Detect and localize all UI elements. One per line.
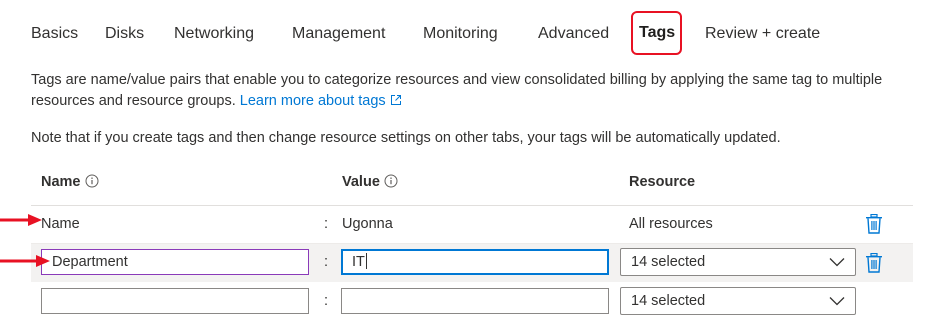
tags-description: Tags are name/value pairs that enable yo…	[31, 70, 911, 112]
chevron-down-icon	[829, 258, 845, 267]
external-link-icon	[390, 95, 401, 105]
tag-value-input[interactable]	[341, 288, 609, 314]
separator: :	[324, 254, 329, 270]
tab-basics[interactable]: Basics	[31, 22, 78, 46]
column-header-resource: Resource	[629, 174, 696, 190]
table-row: Department : IT 14 selected	[31, 244, 913, 282]
tab-networking[interactable]: Networking	[174, 22, 254, 46]
text-cursor	[365, 253, 367, 269]
delete-icon[interactable]	[865, 214, 883, 234]
tag-resource-text: All resources	[629, 216, 713, 232]
tag-name-text: Name	[41, 216, 80, 232]
annotation-arrow	[0, 214, 42, 226]
tab-disks[interactable]: Disks	[105, 22, 144, 46]
resource-select[interactable]: 14 selected	[620, 287, 856, 315]
chevron-down-icon	[829, 297, 845, 306]
tag-value-text: Ugonna	[342, 216, 393, 232]
table-row: : 14 selected	[31, 282, 913, 322]
info-icon[interactable]	[85, 174, 99, 188]
tab-review-create[interactable]: Review + create	[705, 22, 820, 46]
tab-tags[interactable]: Tags	[631, 11, 683, 55]
delete-icon[interactable]	[865, 253, 883, 273]
tag-name-input[interactable]: Department	[41, 249, 309, 275]
tags-note: Note that if you create tags and then ch…	[31, 130, 781, 146]
resource-select[interactable]: 14 selected	[620, 248, 856, 276]
separator: :	[324, 293, 329, 309]
tag-name-input[interactable]	[41, 288, 309, 314]
tab-bar: Basics Disks Networking Management Monit…	[0, 0, 943, 68]
column-header-name: Name	[41, 174, 99, 190]
table-row: Name : Ugonna All resources	[31, 206, 913, 244]
learn-more-link[interactable]: Learn more about tags	[240, 93, 402, 109]
column-header-value: Value	[342, 174, 398, 190]
separator: :	[324, 216, 329, 232]
tag-value-input[interactable]: IT	[341, 249, 609, 275]
tab-advanced[interactable]: Advanced	[538, 22, 609, 46]
tab-monitoring[interactable]: Monitoring	[423, 22, 498, 46]
info-icon[interactable]	[384, 174, 398, 188]
tab-management[interactable]: Management	[292, 22, 385, 46]
annotation-arrow	[0, 255, 50, 267]
description-text: Tags are name/value pairs that enable yo…	[31, 72, 883, 109]
